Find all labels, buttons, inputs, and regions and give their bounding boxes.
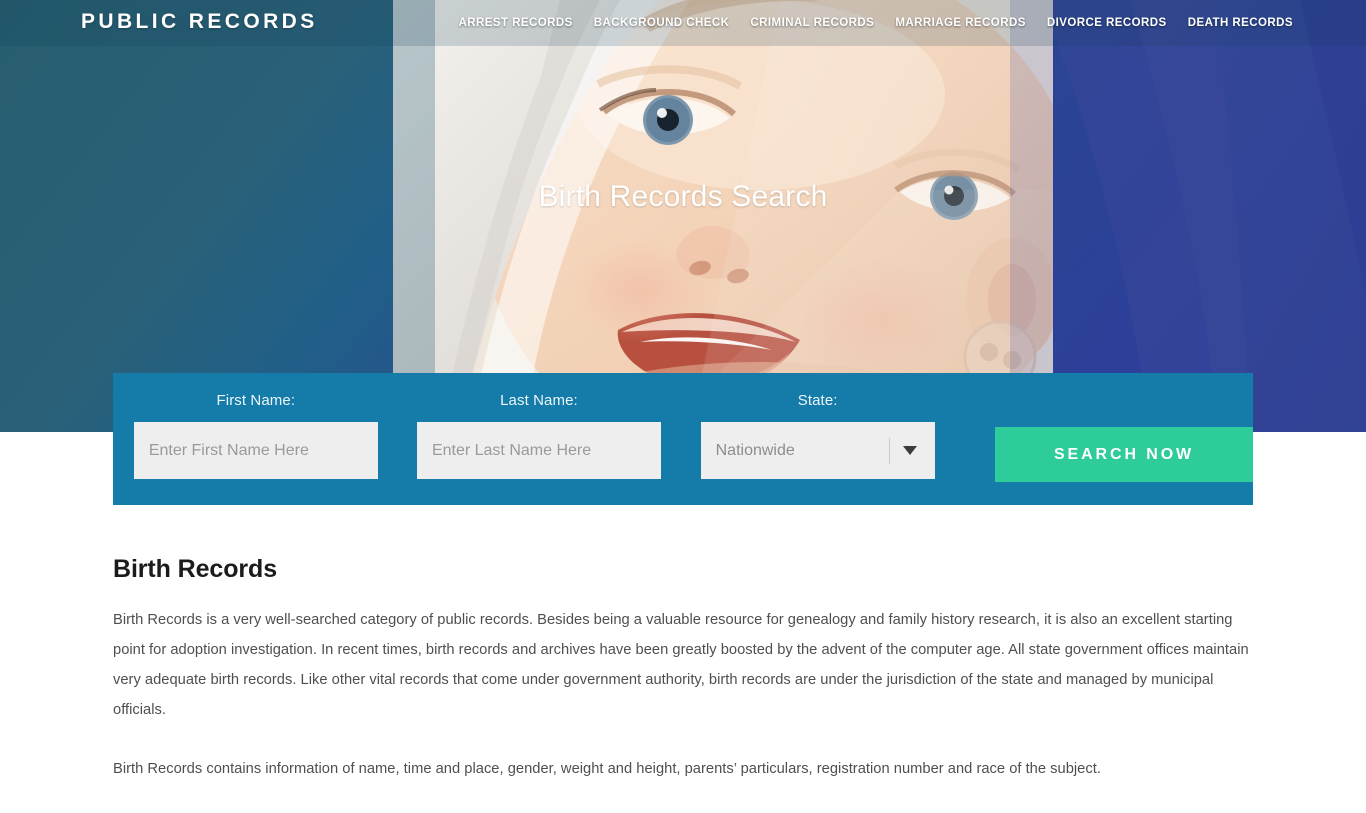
main-navigation: ARREST RECORDS BACKGROUND CHECK CRIMINAL… [458, 15, 1293, 29]
hero-title: Birth Records Search [538, 180, 828, 213]
records-search-form: First Name: Last Name: State: Nationwide… [113, 373, 1253, 505]
state-selected-value: Nationwide [715, 441, 795, 459]
hero-background-photo [0, 0, 1366, 432]
page-title: Birth Records [113, 555, 278, 583]
content-paragraph-1: Birth Records is a very well-searched ca… [113, 612, 1249, 718]
state-select[interactable]: Nationwide [700, 422, 935, 479]
last-name-input[interactable] [416, 422, 661, 479]
nav-item-divorce-records[interactable]: DIVORCE RECORDS [1047, 17, 1167, 29]
submit-field-group: SEARCH NOW [995, 392, 1253, 482]
search-now-button[interactable]: SEARCH NOW [995, 427, 1253, 482]
nav-item-background-check[interactable]: BACKGROUND CHECK [594, 17, 730, 29]
site-header: PUBLIC RECORDS ARREST RECORDS BACKGROUND… [0, 0, 1366, 44]
last-name-label: Last Name: [500, 392, 578, 409]
hero-section: Birth Records Search PUBLIC RECORDS ARRE… [0, 0, 1366, 432]
state-field-group: State: Nationwide [694, 392, 941, 479]
first-name-field-group: First Name: [128, 392, 384, 479]
nav-item-criminal-records[interactable]: CRIMINAL RECORDS [750, 17, 874, 29]
content-paragraph-2: Birth Records contains information of na… [113, 761, 1101, 777]
nav-item-death-records[interactable]: DEATH RECORDS [1188, 17, 1293, 29]
select-divider [888, 437, 890, 464]
state-label: State: [797, 392, 838, 409]
first-name-input[interactable] [133, 422, 378, 479]
nav-item-arrest-records[interactable]: ARREST RECORDS [458, 17, 572, 29]
last-name-field-group: Last Name: [412, 392, 667, 479]
first-name-label: First Name: [216, 392, 296, 409]
chevron-down-icon [902, 446, 917, 455]
nav-item-marriage-records[interactable]: MARRIAGE RECORDS [895, 17, 1026, 29]
site-logo[interactable]: PUBLIC RECORDS [81, 10, 318, 34]
